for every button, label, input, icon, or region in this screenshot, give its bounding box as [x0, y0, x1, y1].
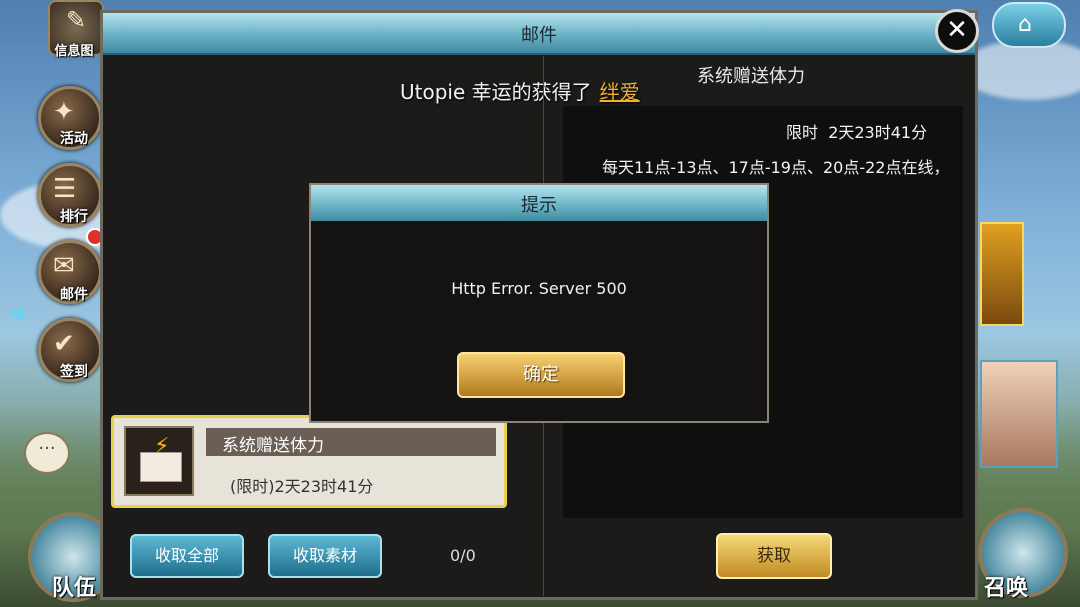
- close-icon: ✕: [946, 15, 968, 45]
- chat-icon[interactable]: ···: [24, 432, 70, 474]
- home-icon: ⌂: [1018, 12, 1032, 37]
- ranking-icon: ☰: [53, 174, 77, 204]
- lightning-icon: ⚡: [154, 434, 170, 459]
- side-label-signin: 签到: [60, 364, 88, 380]
- confirm-button[interactable]: 确定: [457, 352, 625, 398]
- side-label-mail: 邮件: [60, 287, 88, 303]
- mail-name: 系统赠送体力: [222, 436, 324, 456]
- team-label: 队伍: [52, 576, 97, 601]
- limit-row: 限时 2天23时41分: [786, 119, 927, 143]
- collapse-arrow-icon[interactable]: ◀: [8, 300, 23, 324]
- character-portrait[interactable]: [980, 360, 1058, 468]
- panel-title: 邮件: [521, 25, 557, 46]
- info-map-icon: ✎: [66, 6, 87, 34]
- panel-header: 邮件: [103, 13, 975, 55]
- energy-mail-icon: ⚡: [124, 426, 194, 496]
- close-button[interactable]: ✕: [935, 9, 979, 53]
- side-label-ranking: 排行: [60, 209, 88, 225]
- mail-list-item[interactable]: ⚡ 系统赠送体力 (限时)2天23时41分: [111, 415, 507, 508]
- collect-all-button[interactable]: 收取全部: [130, 534, 244, 578]
- dialog-title: 提示: [521, 195, 557, 216]
- dialog-header: 提示: [311, 185, 767, 221]
- signin-icon: ✔: [53, 329, 75, 359]
- announcement-item-link[interactable]: 绊爱: [600, 80, 640, 104]
- announcement-text: Utopie 幸运的获得了: [400, 80, 592, 104]
- side-label-info: 信息图: [54, 44, 94, 59]
- error-dialog: 提示 Http Error. Server 500 确定: [309, 183, 769, 423]
- dialog-message: Http Error. Server 500: [451, 279, 627, 298]
- activity-bag-icon: ✦: [53, 97, 75, 127]
- mail-counter: 0/0: [450, 546, 476, 565]
- summon-label: 召唤: [984, 576, 1029, 601]
- detail-title: 系统赠送体力: [697, 66, 805, 87]
- collect-materials-button[interactable]: 收取素材: [268, 534, 382, 578]
- cloud: [960, 40, 1080, 100]
- detail-text: 每天11点-13点、17点-19点、20点-22点在线，所获得的体力奖励: [602, 158, 950, 186]
- mail-icon: ✉: [53, 251, 75, 281]
- mail-expiry: (限时)2天23时41分: [230, 477, 374, 496]
- announcement: Utopie 幸运的获得了 绊爱: [400, 76, 640, 105]
- limit-label: 限时: [786, 123, 819, 142]
- side-label-activity: 活动: [60, 131, 88, 147]
- home-button[interactable]: ⌂: [992, 2, 1066, 48]
- side-reward-card[interactable]: [980, 222, 1024, 326]
- claim-button[interactable]: 获取: [716, 533, 832, 579]
- limit-time: 2天23时41分: [828, 123, 928, 142]
